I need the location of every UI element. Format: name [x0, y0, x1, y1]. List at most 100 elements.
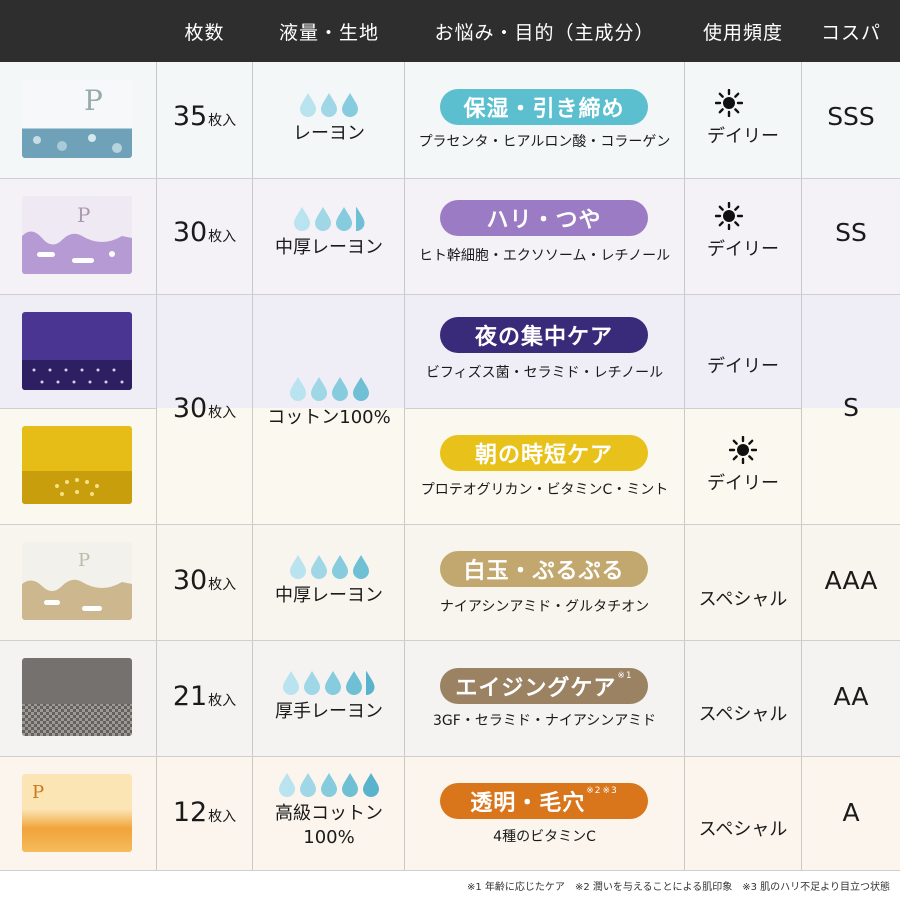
- count-cell: 30 枚入: [157, 565, 252, 596]
- frequency-label: スペシャル: [698, 819, 788, 840]
- ingredients-text: 3GF・セラミド・ナイアシンアミド: [433, 713, 656, 729]
- footnote-1: ※1 年齢に応じたケア: [467, 881, 565, 893]
- drop-icons: [253, 670, 405, 696]
- sun-icon: [715, 89, 743, 117]
- water-drop-icon: [314, 207, 331, 231]
- frequency-label: スペシャル: [698, 589, 788, 610]
- frequency-label: デイリー: [707, 126, 779, 147]
- water-drop-icon: [321, 93, 337, 117]
- fabric-label: 厚手レーヨン: [275, 701, 383, 722]
- water-drop-icon: [331, 555, 348, 579]
- footnote-marker: ※3: [602, 786, 618, 796]
- moon-icon: [737, 670, 748, 692]
- product-image-firming: P: [22, 196, 132, 274]
- count-value: 30: [172, 217, 208, 248]
- count-cell: 30 枚入: [157, 217, 252, 248]
- ingredients-text: ヒト幹細胞・エクソソーム・レチノール: [418, 248, 671, 264]
- frequency-label: スペシャル: [698, 704, 788, 725]
- frequency-cell: デイリー: [685, 201, 801, 261]
- footnote-marker: ※1: [617, 671, 633, 681]
- frequency-label: デイリー: [707, 356, 779, 377]
- count-unit: 枚入: [208, 405, 237, 421]
- count-cell: 21 枚入: [157, 681, 252, 712]
- value-rating: AA: [833, 682, 869, 711]
- svg-text:P: P: [78, 550, 90, 571]
- water-drop-icon: [289, 555, 306, 579]
- fabric-cell: レーヨン: [253, 92, 405, 146]
- purpose-badge: 白玉・ぷるぷる: [440, 551, 648, 587]
- purpose-badge: 朝の時短ケア: [440, 435, 648, 471]
- footnote-3: ※3 肌のハリ不足より目立つ状態: [742, 881, 890, 893]
- water-drop-icon: [325, 671, 341, 695]
- drop-icons: [253, 92, 405, 118]
- count-value: 30: [172, 565, 208, 596]
- fabric-cell: コットン100%: [253, 376, 405, 430]
- fabric-label: 中厚レーヨン: [275, 585, 383, 606]
- table-header: 枚数 液量・生地 お悩み・目的（主成分） 使用頻度 コスパ: [0, 0, 900, 62]
- ingredients-text: プロテオグリカン・ビタミンC・ミント: [420, 482, 669, 498]
- ingredients-text: 4種のビタミンC: [493, 829, 596, 845]
- count-cell: 12 枚入: [157, 797, 252, 828]
- fabric-cell: 高級コットン100%: [253, 772, 405, 850]
- value-rating: S: [843, 393, 859, 422]
- fabric-label: 高級コットン100%: [275, 803, 383, 848]
- frequency-icons: [685, 201, 801, 231]
- fabric-cell: 厚手レーヨン: [253, 670, 405, 724]
- water-drop-icon: [355, 207, 364, 231]
- comparison-table: 枚数 液量・生地 お悩み・目的（主成分） 使用頻度 コスパ P P P P 35…: [0, 0, 900, 871]
- value-rating: AAA: [824, 566, 878, 595]
- count-unit: 枚入: [208, 113, 237, 129]
- water-drop-icon: [304, 671, 320, 695]
- water-drop-icon: [300, 93, 316, 117]
- water-drop-icon: [342, 93, 358, 117]
- water-drop-icon: [283, 671, 299, 695]
- count-value: 35: [172, 101, 208, 132]
- moon-icon: [753, 92, 764, 114]
- water-drop-icon: [335, 207, 352, 231]
- frequency-cell: スペシャル: [685, 551, 801, 611]
- water-drop-icon: [300, 773, 316, 797]
- drop-icons: [253, 206, 405, 232]
- ingredients-text: ナイアシンアミド・グルタチオン: [439, 599, 650, 615]
- purpose-badge: 透明・毛穴 ※2 ※3: [440, 783, 648, 819]
- svg-text:P: P: [77, 203, 90, 227]
- frequency-label: デイリー: [707, 473, 779, 494]
- frequency-cell: デイリー: [685, 88, 801, 148]
- water-drop-icon: [352, 377, 369, 401]
- water-drop-icon: [331, 377, 348, 401]
- moon-icon: [753, 205, 764, 227]
- frequency-icons: [685, 666, 801, 696]
- purpose-badge: 保湿・引き締め: [440, 89, 648, 125]
- count-unit: 枚入: [208, 229, 237, 245]
- count-cell: 35 枚入: [157, 101, 252, 132]
- count-cell: 30 枚入: [157, 393, 252, 424]
- water-drop-icon: [352, 555, 369, 579]
- ingredients-text: プラセンタ・ヒアルロン酸・コラーゲン: [418, 134, 671, 150]
- fabric-cell: 中厚レーヨン: [253, 206, 405, 260]
- fabric-label: 中厚レーヨン: [275, 237, 383, 258]
- frequency-cell: スペシャル: [685, 781, 801, 841]
- water-drop-icon: [310, 555, 327, 579]
- water-drop-icon: [342, 773, 358, 797]
- purpose-badge: 夜の集中ケア: [440, 317, 648, 353]
- footnotes: ※1 年齢に応じたケア ※2 潤いを与えることによる肌印象 ※3 肌のハリ不足よ…: [0, 870, 900, 900]
- value-rating: A: [842, 798, 860, 827]
- frequency-icons: [685, 551, 801, 581]
- header-purpose: お悩み・目的（主成分）: [434, 21, 655, 44]
- count-unit: 枚入: [208, 809, 237, 825]
- water-drop-icon: [366, 671, 375, 695]
- header-fabric: 液量・生地: [278, 21, 379, 44]
- frequency-cell: デイリー: [685, 435, 801, 495]
- value-rating: SSS: [827, 102, 875, 131]
- frequency-label: デイリー: [707, 239, 779, 260]
- sun-icon: [715, 202, 743, 230]
- water-drop-icon: [321, 773, 337, 797]
- count-value: 21: [172, 681, 208, 712]
- frequency-icons: [685, 318, 801, 348]
- count-unit: 枚入: [208, 577, 237, 593]
- drop-icons: [267, 772, 391, 798]
- svg-text:P: P: [84, 84, 103, 117]
- footnote-2: ※2 潤いを与えることによる肌印象: [574, 881, 733, 893]
- ingredients-text: ビフィズス菌・セラミド・レチノール: [425, 365, 664, 381]
- drop-icons: [253, 376, 405, 402]
